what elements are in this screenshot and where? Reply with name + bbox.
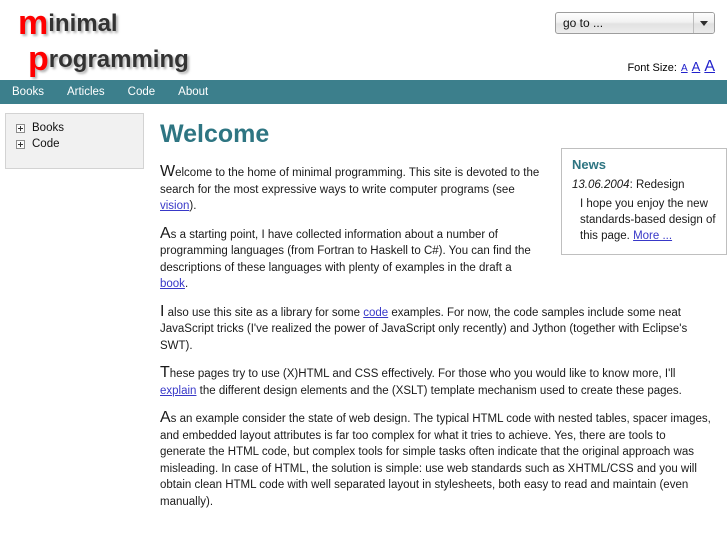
sidebar-tree: Books Code <box>5 113 144 169</box>
paragraph-library: I also use this site as a library for so… <box>160 303 713 355</box>
sidebar-item-books[interactable]: Books <box>16 122 143 134</box>
nav-item-books[interactable]: Books <box>12 86 44 98</box>
font-size-control: Font Size: A A A <box>555 58 715 76</box>
page-header: minimal programming go to ... Font Size:… <box>0 0 727 80</box>
link-code[interactable]: code <box>363 307 388 319</box>
nav-item-articles[interactable]: Articles <box>67 86 105 98</box>
sidebar-item-books-label: Books <box>32 122 64 134</box>
font-size-label: Font Size: <box>627 62 677 74</box>
paragraph-starting-point-text-2: . <box>184 278 189 290</box>
dropcap-a2: A <box>160 409 171 426</box>
news-entry-title: 13.06.2004: Redesign <box>572 179 716 191</box>
paragraph-welcome-text-2: ). <box>189 200 197 212</box>
dropcap-w: W <box>160 163 176 180</box>
paragraph-welcome: Welcome to the home of minimal programmi… <box>160 163 542 215</box>
news-heading: News <box>572 157 606 172</box>
paragraph-starting-point-text-1: s a starting point, I have collected inf… <box>160 228 531 274</box>
news-entry-body: I hope you enjoy the new standards-based… <box>580 196 716 244</box>
goto-select-value: go to ... <box>563 16 604 30</box>
paragraph-web-design-text: s an example consider the state of web d… <box>160 413 711 508</box>
logo-cap-m: m <box>18 4 49 42</box>
link-explain[interactable]: explain <box>160 385 196 397</box>
link-news-more[interactable]: More ... <box>633 230 672 242</box>
main-navigation: Books Articles Code About <box>0 80 727 104</box>
chevron-down-icon <box>700 21 708 26</box>
font-size-large-link[interactable]: A <box>704 58 715 75</box>
paragraph-standards: These pages try to use (X)HTML and CSS e… <box>160 364 713 399</box>
logo-line-minimal: minimal <box>18 6 189 40</box>
paragraph-library-text-1: also use this site as a library for some <box>164 306 364 319</box>
page-body: Books Code Welcome Welcome to the home o… <box>0 104 727 522</box>
logo-text-inimal: inimal <box>48 10 118 37</box>
main-content: Welcome Welcome to the home of minimal p… <box>150 104 727 522</box>
plus-icon[interactable] <box>16 139 25 149</box>
sidebar-item-code[interactable]: Code <box>16 138 143 150</box>
plus-icon[interactable] <box>16 123 25 133</box>
font-size-small-link[interactable]: A <box>681 63 688 74</box>
news-entry-subject: : Redesign <box>629 179 685 191</box>
nav-item-about[interactable]: About <box>178 86 208 98</box>
news-box: News 13.06.2004: Redesign I hope you enj… <box>561 148 727 255</box>
logo-line-programming: programming <box>28 42 189 76</box>
font-size-medium-link[interactable]: A <box>692 59 701 74</box>
sidebar-item-code-label: Code <box>32 138 60 150</box>
paragraph-starting-point: As a starting point, I have collected in… <box>160 224 542 293</box>
paragraph-welcome-text-1: elcome to the home of minimal programmin… <box>160 167 540 196</box>
news-date: 13.06.2004 <box>572 179 630 191</box>
goto-select[interactable]: go to ... <box>555 12 715 34</box>
site-logo[interactable]: minimal programming <box>18 6 189 76</box>
logo-text-rogramming: rogramming <box>48 46 189 73</box>
dropcap-a: A <box>160 224 171 242</box>
paragraph-standards-text-1: hese pages try to use (X)HTML and CSS ef… <box>169 368 676 380</box>
page-title: Welcome <box>160 120 270 148</box>
dropcap-t: T <box>160 364 170 381</box>
logo-cap-p: p <box>28 40 49 78</box>
header-controls: go to ... Font Size: A A A <box>555 12 715 76</box>
sidebar: Books Code <box>0 104 150 522</box>
link-book[interactable]: book <box>160 278 185 290</box>
goto-select-button[interactable] <box>693 13 714 33</box>
paragraph-standards-text-2: the different design elements and the (X… <box>196 384 682 397</box>
paragraph-web-design: As an example consider the state of web … <box>160 409 713 510</box>
nav-item-code[interactable]: Code <box>128 86 156 98</box>
link-vision[interactable]: vision <box>160 200 189 212</box>
